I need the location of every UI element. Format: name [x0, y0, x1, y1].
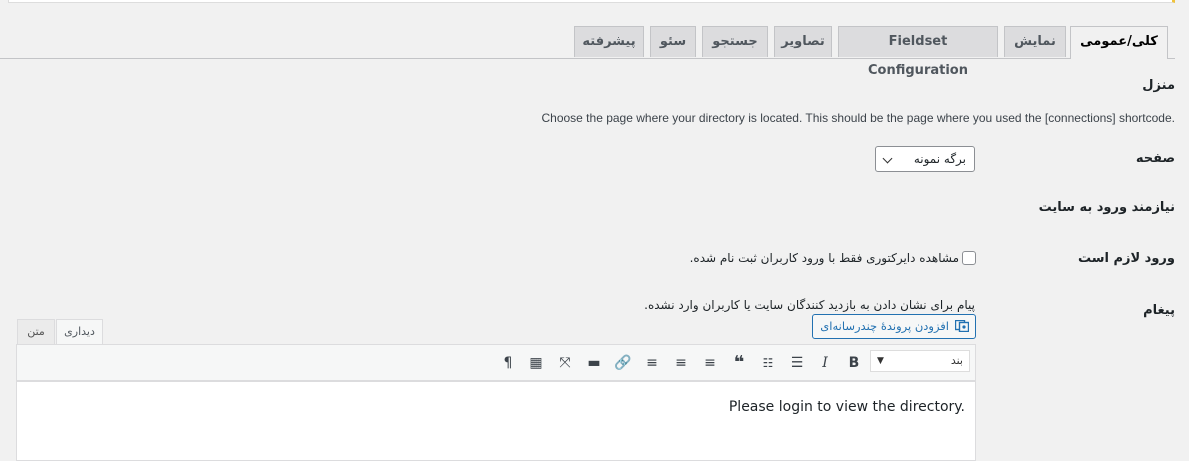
align-center-icon[interactable]: ≡ [670, 352, 692, 374]
login-section-title: نیازمند ورود به سایت [1038, 200, 1175, 215]
numbered-list-icon[interactable]: ☷ [757, 352, 779, 374]
editor-content: Please login to view the directory. [728, 399, 965, 415]
page-select-value: برگه نمونه [913, 152, 966, 166]
notice-bar [8, 0, 1175, 3]
login-required-label: ورود لازم است [1077, 251, 1175, 266]
message-editor[interactable]: Please login to view the directory. [16, 381, 976, 461]
align-right-icon[interactable]: ≡ [641, 352, 663, 374]
tab-seo[interactable]: سئو [650, 26, 696, 57]
tab-fieldset-configuration[interactable]: Fieldset Configuration [838, 26, 998, 78]
media-icon [955, 320, 969, 332]
editor-tab-visual[interactable]: دیداری [56, 319, 103, 345]
toolbar-toggle-icon[interactable]: ▦ [525, 352, 547, 374]
format-select[interactable]: بند ▼ [870, 350, 970, 372]
page-label: صفحه [1135, 151, 1175, 166]
chevron-down-icon: ▼ [877, 356, 884, 366]
editor-toolbar: بند ▼ B I ☰ ☷ ❝ ≡ ≡ ≡ 🔗 ▬ ⤧ ▦ ¶ [16, 344, 976, 381]
tab-advanced[interactable]: پیشرفته [574, 26, 644, 57]
home-section-title: منزل [1142, 78, 1175, 93]
read-more-icon[interactable]: ▬ [583, 352, 605, 374]
login-required-checkbox[interactable] [962, 251, 976, 265]
tab-display[interactable]: نمایش [1004, 26, 1066, 57]
settings-tabs: کلی/عمومی نمایش Fieldset Configuration ت… [0, 26, 1175, 78]
italic-icon[interactable]: I [814, 352, 836, 374]
link-icon[interactable]: 🔗 [612, 352, 634, 374]
bold-icon[interactable]: B [843, 352, 865, 374]
add-media-label: افزودن پروندهٔ چندرسانه‌ای [820, 319, 949, 333]
editor-tab-text[interactable]: متن [17, 319, 55, 345]
page-select[interactable]: برگه نمونه [875, 146, 975, 172]
tab-images[interactable]: تصاویر [774, 26, 832, 57]
tab-search[interactable]: جستجو [702, 26, 768, 57]
message-label: پیغام [1143, 303, 1175, 318]
bullet-list-icon[interactable]: ☰ [786, 352, 808, 374]
blockquote-icon[interactable]: ❝ [728, 352, 750, 374]
chevron-down-icon [882, 153, 893, 164]
align-left-icon[interactable]: ≡ [699, 352, 721, 374]
fullscreen-icon[interactable]: ⤧ [554, 352, 576, 374]
login-required-checkbox-label: مشاهده دایرکتوری فقط با ورود کاربران ثبت… [689, 251, 959, 265]
add-media-button[interactable]: افزودن پروندهٔ چندرسانه‌ای [812, 314, 976, 339]
tab-general[interactable]: کلی/عمومی [1070, 26, 1168, 59]
format-select-value: بند [950, 354, 963, 367]
paragraph-direction-icon[interactable]: ¶ [497, 352, 519, 374]
home-description: Choose the page where your directory is … [541, 111, 1175, 125]
message-description: پیام برای نشان دادن به بازدید کنندگان سا… [644, 298, 975, 312]
